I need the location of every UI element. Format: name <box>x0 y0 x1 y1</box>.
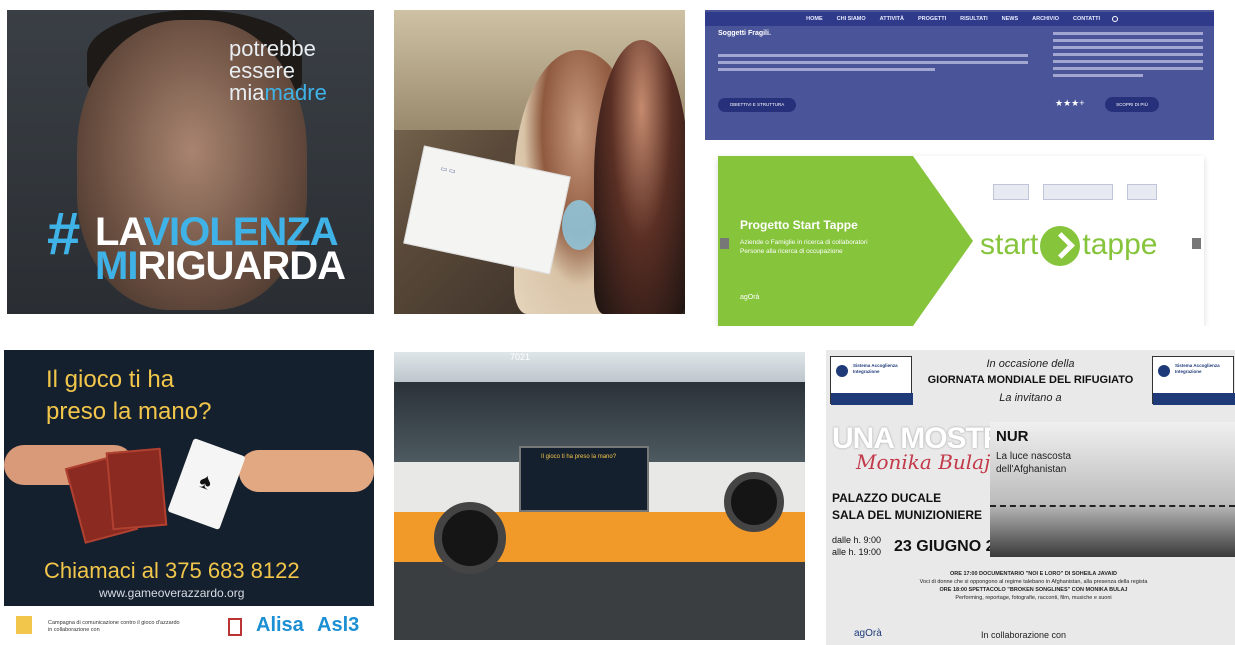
spade-icon: ♠ <box>196 467 216 495</box>
collaboration-text: In collaborazione con <box>981 630 1067 640</box>
bus-number: 7021 <box>510 352 531 362</box>
road <box>394 562 805 640</box>
campaign-question: Il gioco ti ha preso la mano? <box>46 366 212 425</box>
bus-photo-tile[interactable]: 7021 Il gioco ti ha preso la mano? <box>394 352 805 640</box>
person-photo <box>594 40 685 314</box>
website-screenshot-tile[interactable]: HOME CHI SIAMO ATTIVITÀ PROGETTI RISULTA… <box>705 10 1214 326</box>
asl3-logo: Asl3 <box>317 614 360 636</box>
alisa-logo: Alisa <box>256 614 304 636</box>
footer-text: Campagna di comunicazione contro il gioc… <box>48 620 180 633</box>
carousel-prev-icon[interactable] <box>720 238 729 249</box>
tagline: potrebbe essere miamadre <box>229 36 327 105</box>
artist-name: Monika Bulaj <box>856 450 991 474</box>
certificate-logo: ▭ ▭ <box>439 165 457 176</box>
trophy <box>562 200 596 250</box>
agora-logo: agOrà <box>854 628 882 639</box>
arrow-icon <box>1040 226 1081 266</box>
carousel-next-icon[interactable] <box>1192 238 1201 249</box>
nav-item-home[interactable]: HOME <box>806 16 823 22</box>
start-tappe-logo: start tappe <box>980 226 1157 266</box>
bus-wheel <box>724 472 784 532</box>
project-subtitle: Aziende o Famiglie in ricerca di collabo… <box>740 239 868 255</box>
region-logo-icon <box>16 616 32 634</box>
playing-card <box>105 447 168 531</box>
project-title: Progetto Start Tappe <box>740 218 858 232</box>
section-text <box>718 54 1028 75</box>
section-title: Soggetti Fragili. <box>718 30 771 37</box>
nav-item-risultati[interactable]: RISULTATI <box>960 16 988 22</box>
sponsor-footer: Campagna di comunicazione contro il gioc… <box>4 606 374 645</box>
nav-item-archivio[interactable]: ARCHIVIO <box>1032 16 1059 22</box>
nav-item-chi-siamo[interactable]: CHI SIAMO <box>837 16 866 22</box>
refugee-day-poster-tile[interactable]: Sistema Accoglienza Integrazione Sistema… <box>826 350 1235 645</box>
nav-item-news[interactable]: NEWS <box>1002 16 1019 22</box>
bus-advert: Il gioco ti ha preso la mano? <box>519 446 649 512</box>
venue: PALAZZO DUCALE SALA DEL MUNIZIONIERE <box>832 491 983 522</box>
award-photo-tile[interactable]: ▭ ▭ <box>394 10 685 314</box>
ace-of-spades-card: ♠ <box>167 437 246 531</box>
hand-right <box>239 450 374 492</box>
nav-item-progetti[interactable]: PROGETTI <box>918 16 946 22</box>
invite-text: La invitano a <box>999 392 1062 404</box>
scopri-button[interactable]: SCOPRI DI PIÙ <box>1105 97 1159 112</box>
crest-icon <box>228 618 242 636</box>
side-text <box>1053 32 1203 81</box>
occasion-text: In occasione della <box>986 358 1075 370</box>
campaign-tile-violenza[interactable]: potrebbe essere miamadre # LAVIOLENZA MI… <box>7 10 374 314</box>
program-info: ORE 17:00 DOCUMENTARIO "NOI E LORO" DI S… <box>919 571 1148 601</box>
bus-wheel <box>434 502 506 574</box>
gambling-campaign-tile[interactable]: Il gioco ti ha preso la mano? ♠ Chiamaci… <box>4 350 374 645</box>
search-icon[interactable] <box>1112 16 1118 22</box>
nav-bar: HOME CHI SIAMO ATTIVITÀ PROGETTI RISULTA… <box>705 12 1214 26</box>
exhibition-name: NUR <box>996 428 1029 445</box>
nav-item-attivita[interactable]: ATTIVITÀ <box>880 16 904 22</box>
nav-item-contatti[interactable]: CONTATTI <box>1073 16 1100 22</box>
phone-number: Chiamaci al 375 683 8122 <box>44 558 300 583</box>
poster-footer: agOrà In collaborazione con <box>826 625 1235 645</box>
exhibition-subtitle: La luce nascosta dell'Afghanistan <box>996 451 1072 475</box>
agora-logo: agOrà <box>740 294 760 301</box>
obiettivi-button[interactable]: OBIETTIVI E STRUTTURA <box>718 98 796 112</box>
rating-stars: ★★★+ <box>1055 98 1085 108</box>
event-title: GIORNATA MONDIALE DEL RIFUGIATO <box>927 374 1134 386</box>
partner-logos <box>993 184 1157 200</box>
project-banner[interactable]: Progetto Start Tappe Aziende o Famiglie … <box>718 156 1204 326</box>
opening-hours: dalle h. 9:00 alle h. 19:00 <box>832 535 882 557</box>
campaign-url: www.gameoverazzardo.org <box>99 586 245 600</box>
fence-silhouette <box>990 505 1235 535</box>
